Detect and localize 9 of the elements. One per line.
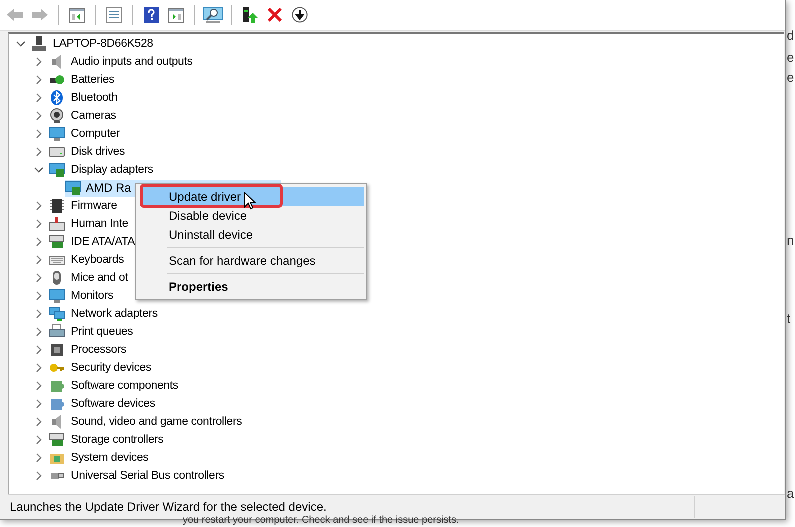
background-text: a bbox=[787, 486, 795, 501]
background-text: e bbox=[787, 70, 795, 85]
background-text: you restart your computer. Check and see if the issue persists. bbox=[183, 515, 460, 526]
background-text: t bbox=[787, 311, 792, 326]
background-text: d bbox=[787, 28, 795, 43]
background-text: n bbox=[787, 233, 795, 248]
status-text: Launches the Update Driver Wizard for the selected device. bbox=[9, 500, 328, 514]
tree-item-label: AMD Ra bbox=[86, 181, 132, 195]
background-text: e bbox=[787, 50, 795, 65]
